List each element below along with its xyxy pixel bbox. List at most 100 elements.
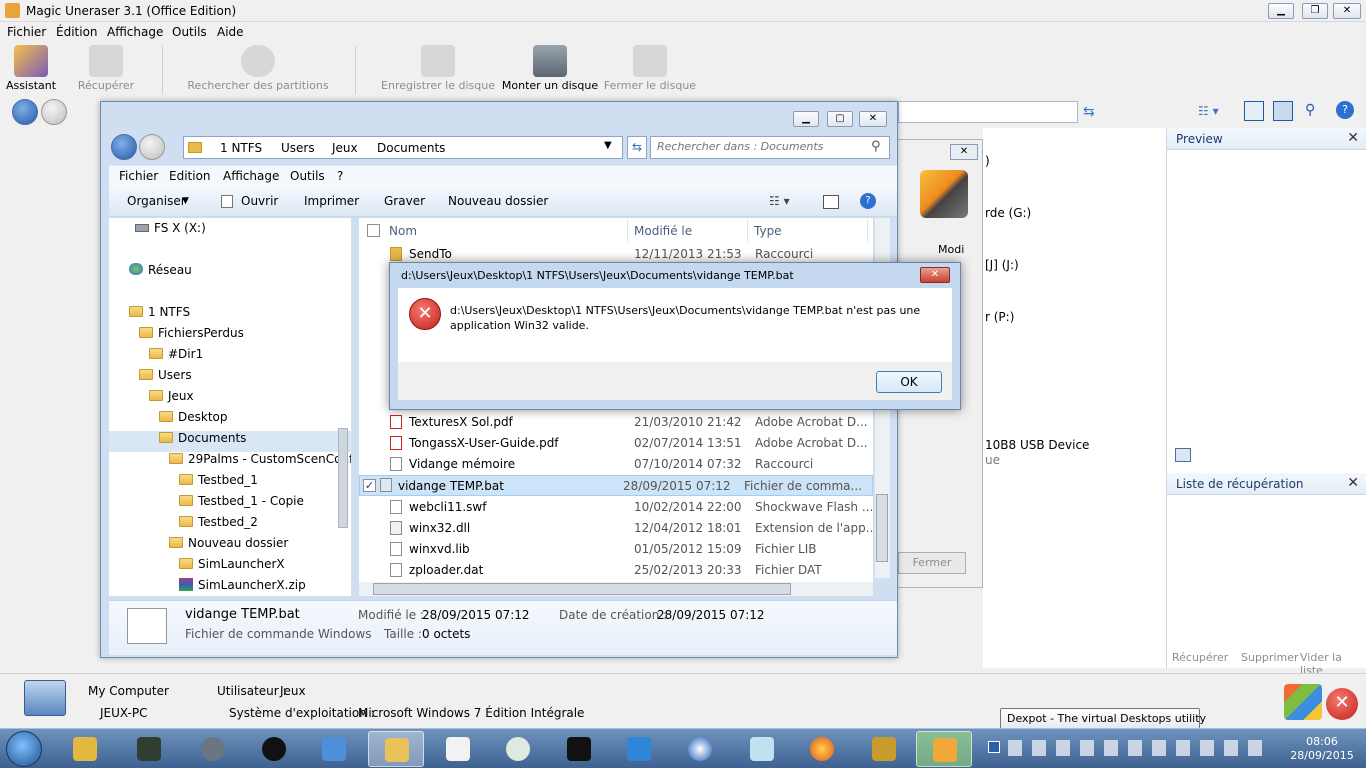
taskbar-app-uneraser[interactable] <box>916 731 972 767</box>
image-view-icon[interactable] <box>1175 448 1191 462</box>
breadcrumb-item[interactable]: Users <box>281 141 315 155</box>
organize-button[interactable]: Organiser <box>127 194 186 208</box>
tree-item-dir1[interactable]: #Dir1 <box>149 347 203 368</box>
file-row[interactable]: zploader.dat 25/02/2013 20:33 Fichier DA… <box>359 560 873 581</box>
refresh-icon[interactable]: ⇆ <box>1083 104 1095 120</box>
tree-item-testbed2[interactable]: Testbed_2 <box>179 515 258 536</box>
search-input[interactable] <box>657 140 867 153</box>
taskbar-app-backup[interactable] <box>185 731 241 767</box>
close-disk-button[interactable]: Fermer le disque <box>602 42 698 96</box>
delete-link[interactable]: Supprimer <box>1241 651 1299 664</box>
file-row-selected[interactable]: ✓ vidange TEMP.bat 28/09/2015 07:12 Fich… <box>359 475 873 496</box>
menu-affichage[interactable]: Affichage <box>107 25 163 39</box>
save-icon[interactable] <box>1273 101 1293 121</box>
close-button[interactable]: ✕ <box>859 111 887 127</box>
forward-arrow-icon[interactable] <box>41 99 67 125</box>
menu-edition[interactable]: Edition <box>169 169 211 183</box>
minimize-button[interactable]: ▁ <box>793 111 819 127</box>
recover-link[interactable]: Récupérer <box>1172 651 1228 664</box>
tree-item-fsx[interactable]: FS X (X:) <box>135 221 206 242</box>
tree-item-documents[interactable]: Documents <box>109 431 351 452</box>
taskbar-app-notes[interactable] <box>734 731 790 767</box>
ok-button[interactable]: OK <box>876 371 942 393</box>
assistant-button[interactable]: Assistant <box>2 42 60 96</box>
breadcrumb-item[interactable]: Documents <box>377 141 445 155</box>
file-row[interactable]: TexturesX Sol.pdf 21/03/2010 21:42 Adobe… <box>359 412 873 433</box>
column-type[interactable]: Type <box>748 219 868 243</box>
open-button[interactable]: Ouvrir <box>241 194 278 208</box>
tree-item-desktop[interactable]: Desktop <box>159 410 228 431</box>
taskbar-clock[interactable]: 08:06 28/09/2015 <box>1282 735 1362 763</box>
minimize-button[interactable]: ▁ <box>1268 3 1294 19</box>
close-app-icon[interactable]: ✕ <box>1326 688 1358 720</box>
panel-toggle-icon[interactable] <box>1244 101 1264 121</box>
taskbar-app-flight[interactable] <box>611 731 667 767</box>
menu-fichier[interactable]: Fichier <box>119 169 158 183</box>
tree-item-fichiersperdus[interactable]: FichiersPerdus <box>139 326 244 347</box>
tree-item-network[interactable]: Réseau <box>129 263 192 284</box>
close-icon[interactable]: ✕ <box>1347 475 1359 491</box>
restore-button[interactable]: ❐ <box>1302 3 1328 19</box>
select-all-checkbox[interactable] <box>367 224 380 237</box>
search-icon[interactable]: ⚲ <box>871 139 881 154</box>
file-row[interactable]: webcli11.swf 10/02/2014 22:00 Shockwave … <box>359 497 873 518</box>
column-modified[interactable]: Modifié le <box>628 219 748 243</box>
tree-item-testbed1[interactable]: Testbed_1 <box>179 473 258 494</box>
start-button[interactable] <box>6 731 42 767</box>
help-icon[interactable]: ? <box>860 193 876 209</box>
burn-button[interactable]: Graver <box>384 194 425 208</box>
tree-item-simlauncherx-zip[interactable]: SimLauncherX.zip <box>179 578 306 596</box>
save-disk-button[interactable]: Enregistrer le disque <box>380 42 496 96</box>
tree-item-nouveau-dossier[interactable]: Nouveau dossier <box>169 536 288 557</box>
app-address-dropdown[interactable] <box>898 101 1078 123</box>
taskbar-app-firefox[interactable] <box>794 731 850 767</box>
search-icon[interactable]: ⚲ <box>1305 102 1315 118</box>
menu-edition[interactable]: Édition <box>56 25 98 39</box>
taskbar-app-plane[interactable] <box>551 731 607 767</box>
file-row[interactable]: TongassX-User-Guide.pdf 02/07/2014 13:51… <box>359 433 873 454</box>
tray-icons[interactable] <box>1008 740 1268 756</box>
fermer-button[interactable]: Fermer <box>898 552 966 574</box>
scrollbar-thumb[interactable] <box>373 583 791 595</box>
close-icon[interactable]: ✕ <box>950 144 978 160</box>
chevron-down-icon[interactable]: ▼ <box>604 140 612 151</box>
tree-item-users[interactable]: Users <box>139 368 192 389</box>
view-options-icon[interactable]: ☷ ▾ <box>769 194 790 208</box>
taskbar-app-control[interactable] <box>306 731 362 767</box>
recover-button[interactable]: Récupérer <box>72 42 140 96</box>
menu-outils[interactable]: Outils <box>172 25 207 39</box>
file-row[interactable]: Vidange mémoire 07/10/2014 07:32 Raccour… <box>359 454 873 475</box>
refresh-icon[interactable]: ⇆ <box>627 136 647 159</box>
breadcrumb-item[interactable]: 1 NTFS <box>220 141 262 155</box>
tree-item-ntfs[interactable]: 1 NTFS <box>129 305 190 326</box>
close-button[interactable]: ✕ <box>920 267 950 283</box>
chevron-down-icon[interactable]: ▼ <box>182 196 189 206</box>
tree-item-jeux[interactable]: Jeux <box>149 389 194 410</box>
menu-help[interactable]: ? <box>337 169 343 183</box>
tree-item-testbed1-copie[interactable]: Testbed_1 - Copie <box>179 494 304 515</box>
menu-aide[interactable]: Aide <box>217 25 244 39</box>
taskbar-app-player[interactable] <box>246 731 302 767</box>
menu-affichage[interactable]: Affichage <box>223 169 279 183</box>
tree-item-simlauncherx[interactable]: SimLauncherX <box>179 557 285 578</box>
dexpot-icon[interactable] <box>988 741 1000 753</box>
forward-arrow-icon[interactable] <box>139 134 165 160</box>
tree-scrollbar[interactable] <box>338 428 348 528</box>
back-arrow-icon[interactable] <box>12 99 38 125</box>
new-folder-button[interactable]: Nouveau dossier <box>448 194 548 208</box>
search-box[interactable]: ⚲ <box>650 136 890 159</box>
address-bar[interactable]: 1 NTFS Users Jeux Documents ▼ <box>183 136 623 159</box>
taskbar-app-lock[interactable] <box>57 731 113 767</box>
scrollbar-thumb[interactable] <box>876 494 888 562</box>
file-row[interactable]: winxvd.lib 01/05/2012 15:09 Fichier LIB <box>359 539 873 560</box>
mount-disk-button[interactable]: Monter un disque <box>498 42 602 96</box>
taskbar-app-earth[interactable] <box>672 731 728 767</box>
taskbar-app-inkscape[interactable] <box>490 731 546 767</box>
row-checkbox-checked[interactable]: ✓ <box>363 479 376 492</box>
view-options-icon[interactable]: ☷ ▾ <box>1198 104 1219 118</box>
search-partitions-button[interactable]: Rechercher des partitions <box>186 42 330 96</box>
tree-item-29palms[interactable]: 29Palms - CustomScenConf <box>169 452 351 473</box>
taskbar-app-emblem[interactable] <box>856 731 912 767</box>
breadcrumb-item[interactable]: Jeux <box>332 141 358 155</box>
back-arrow-icon[interactable] <box>111 134 137 160</box>
